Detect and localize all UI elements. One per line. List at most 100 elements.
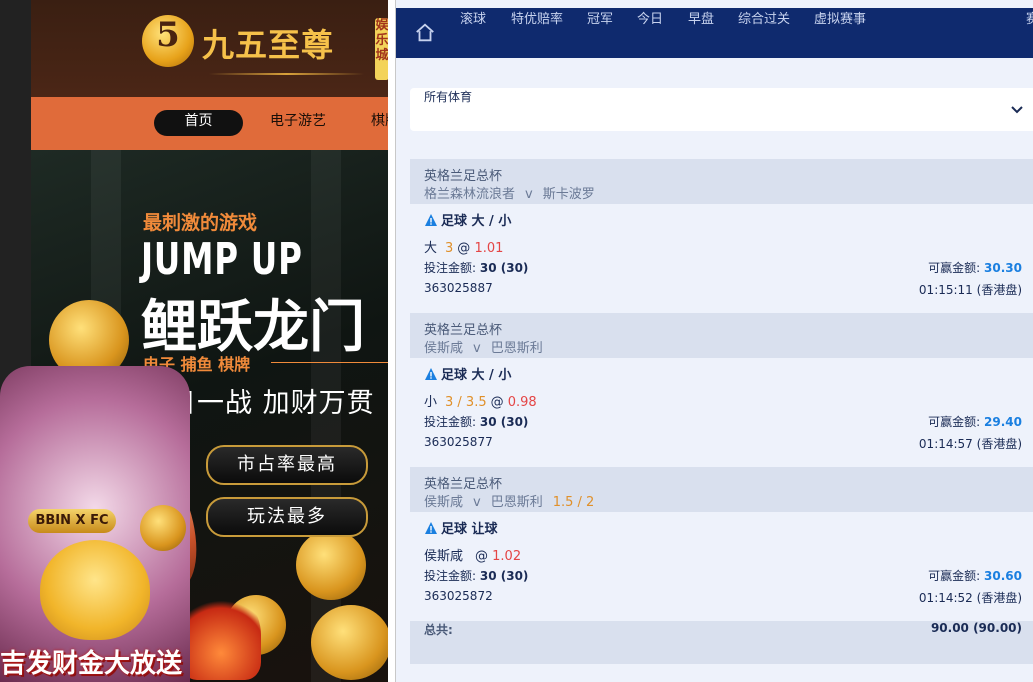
- potential-win: 可赢金额: 30.60: [928, 567, 1022, 584]
- win-label: 可赢金额:: [928, 569, 981, 583]
- selection-label: 侯斯咸: [424, 549, 464, 564]
- selection-label: 小: [424, 395, 438, 410]
- banner-tagline: 最刺激的游戏: [143, 212, 258, 234]
- potential-win: 可赢金额: 29.40: [928, 413, 1022, 430]
- stake-amount: 投注金额: 30 (30): [424, 413, 528, 430]
- vs-label: v: [473, 341, 481, 356]
- bet-time: 01:15:11 (香港盘): [918, 283, 1022, 297]
- nav-special-odds[interactable]: 特优赔率: [511, 8, 563, 58]
- league-name: 英格兰足总杯: [424, 169, 503, 184]
- casino-window: 5 九五至尊 娱乐城 首页 电子游艺 棋牌 最刺激的游戏 JUMP UP 鲤跃龙…: [0, 0, 388, 682]
- stake-amount: 投注金额: 30 (30): [424, 259, 528, 276]
- bet-selection: 大 3 @ 1.01: [424, 237, 503, 256]
- away-team: 斯卡波罗: [542, 187, 595, 202]
- bet-line: 3: [445, 241, 454, 256]
- match-header: 英格兰足总杯 侯斯咸 v 巴恩斯利: [410, 313, 1033, 358]
- most-games-button[interactable]: 玩法最多: [206, 497, 368, 537]
- warning-icon: [425, 368, 437, 380]
- bet-market: 足球 让球: [424, 518, 498, 537]
- at-sign: @: [457, 241, 471, 256]
- total-label: 总共:: [424, 623, 453, 637]
- away-team: 巴恩斯利: [490, 495, 543, 510]
- warning-icon: [425, 214, 437, 226]
- bet-market: 足球 大 / 小: [424, 210, 511, 229]
- coin-image: [311, 605, 388, 680]
- bet-market: 足球 大 / 小: [424, 364, 511, 383]
- nav-slots[interactable]: 电子游艺: [270, 110, 326, 136]
- bet-id: 363025877: [424, 435, 493, 449]
- bet-time: 01:14:57 (香港盘): [918, 437, 1022, 451]
- win-label: 可赢金额:: [928, 415, 981, 429]
- nav-outright[interactable]: 冠军: [587, 8, 613, 58]
- market-label: 足球 大 / 小: [441, 214, 512, 229]
- bet-id: 363025872: [424, 589, 493, 603]
- promo-badge: BBIN X FC: [28, 509, 116, 533]
- bet-line: 3 / 3.5: [445, 395, 487, 410]
- chevron-down-icon: [1011, 106, 1023, 114]
- bet-details: 足球 大 / 小 大 3 @ 1.01 投注金额: 30 (30) 可赢金额: 30…: [410, 204, 1033, 313]
- handicap-line: 1.5 / 2: [552, 495, 595, 510]
- top-nav-bar: 滚球 特优赔率 冠军 今日 早盘 综合过关 虚拟赛事 赛: [396, 8, 1033, 58]
- market-label: 足球 大 / 小: [441, 368, 512, 383]
- lucky-cat-image: [40, 540, 150, 640]
- at-sign: @: [490, 395, 504, 410]
- logo-emblem[interactable]: 5: [142, 15, 194, 67]
- match-teams: 侯斯咸 v 巴恩斯利 1.5 / 2: [424, 493, 1020, 513]
- stake-label: 投注金额:: [424, 415, 477, 429]
- bet-time: 01:14:52 (香港盘): [918, 591, 1022, 605]
- match-header: 英格兰足总杯 侯斯咸 v 巴恩斯利 1.5 / 2: [410, 467, 1033, 512]
- bet-slip-list: 英格兰足总杯 格兰森林流浪者 v 斯卡波罗 足球 大 / 小 大 3 @ 1.01 投注…: [410, 159, 1033, 664]
- win-value: 29.40: [984, 415, 1022, 429]
- home-team: 侯斯咸: [424, 495, 464, 510]
- selection-label: 大: [424, 241, 438, 256]
- bet-selection: 侯斯咸 @ 1.02: [424, 545, 521, 564]
- total-value: 90.00 (90.00): [930, 621, 1022, 635]
- stake-label: 投注金额:: [424, 261, 477, 275]
- sportsbook-window: 滚球 特优赔率 冠军 今日 早盘 综合过关 虚拟赛事 赛 所有体育 英格兰足总杯…: [395, 0, 1033, 682]
- bet-odds: 0.98: [507, 395, 537, 410]
- nav-home[interactable]: 首页: [154, 110, 243, 136]
- nav-parlay[interactable]: 综合过关: [738, 8, 790, 58]
- banner-divider: [271, 362, 388, 363]
- nav-more[interactable]: 赛: [1026, 8, 1033, 58]
- logo-underline: [209, 73, 364, 75]
- home-icon[interactable]: [414, 22, 436, 44]
- stake-amount: 投注金额: 30 (30): [424, 567, 528, 584]
- warning-icon: [425, 522, 437, 534]
- bet-odds: 1.02: [492, 549, 522, 564]
- sport-select-value: 所有体育: [424, 90, 473, 104]
- at-sign: @: [475, 549, 489, 564]
- nav-live[interactable]: 滚球: [460, 8, 486, 58]
- win-label: 可赢金额:: [928, 261, 981, 275]
- home-team: 侯斯咸: [424, 341, 464, 356]
- flame-image: [181, 590, 261, 680]
- match-header: 英格兰足总杯 格兰森林流浪者 v 斯卡波罗: [410, 159, 1033, 204]
- stake-value: 30 (30): [479, 261, 529, 275]
- promo-bottom-text: 吉发财金大放送: [0, 649, 183, 679]
- cat-coin-image: [140, 505, 186, 551]
- casino-nav: 首页 电子游艺 棋牌: [31, 97, 388, 150]
- match-teams: 侯斯咸 v 巴恩斯利: [424, 339, 1020, 359]
- logo-char: 5: [156, 15, 180, 55]
- nav-today[interactable]: 今日: [637, 8, 663, 58]
- nav-virtual[interactable]: 虚拟赛事: [814, 8, 866, 58]
- vs-label: v: [525, 187, 533, 202]
- league-name: 英格兰足总杯: [424, 477, 503, 492]
- logo-text[interactable]: 九五至尊: [202, 20, 334, 66]
- bet-details: 足球 让球 侯斯咸 @ 1.02 投注金额: 30 (30) 可赢金额: 30.6…: [410, 512, 1033, 621]
- logo-badge: 娱乐城: [375, 18, 388, 80]
- coin-image: [296, 530, 366, 600]
- home-team: 格兰森林流浪者: [424, 187, 516, 202]
- bet-id: 363025887: [424, 281, 493, 295]
- market-label: 足球 让球: [441, 522, 498, 537]
- bet-selection: 小 3 / 3.5 @ 0.98: [424, 391, 537, 410]
- vs-label: v: [473, 495, 481, 510]
- bet-details: 足球 大 / 小 小 3 / 3.5 @ 0.98 投注金额: 30 (30) 可赢…: [410, 358, 1033, 467]
- sport-select[interactable]: 所有体育: [410, 88, 1033, 131]
- nav-cards[interactable]: 棋牌: [371, 110, 388, 136]
- nav-early[interactable]: 早盘: [688, 8, 714, 58]
- stake-value: 30 (30): [479, 415, 529, 429]
- total-row: 总共: 90.00 (90.00): [410, 621, 1033, 664]
- market-share-button[interactable]: 市占率最高: [206, 445, 368, 485]
- away-team: 巴恩斯利: [490, 341, 543, 356]
